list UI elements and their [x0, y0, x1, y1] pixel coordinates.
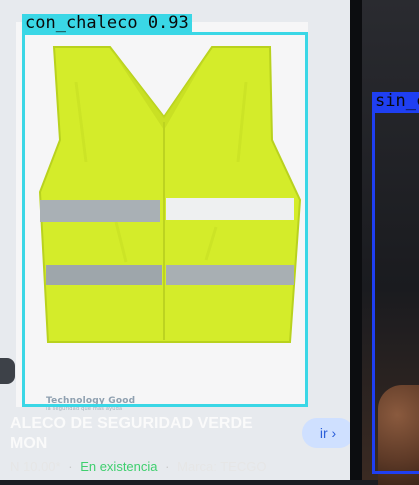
side-handle-icon[interactable]: [0, 358, 15, 384]
product-brand: Marca: TECGO: [177, 459, 267, 474]
product-meta: N 10.00* · En existencia · Marca: TECGO: [10, 459, 266, 474]
detection-box-con-chaleco: [22, 32, 308, 407]
separator-dot-icon: ·: [68, 459, 73, 474]
go-button[interactable]: ir ›: [302, 418, 354, 448]
product-price: N 10.00*: [10, 459, 61, 474]
separator-dot-icon: ·: [165, 459, 170, 474]
detection-label-con-chaleco: con_chaleco 0.93: [22, 14, 192, 32]
phone-bezel: [350, 0, 362, 480]
detection-label-sin-chaleco: sin_c: [372, 92, 419, 110]
detection-box-sin-chaleco: [372, 110, 419, 474]
product-title-line1: ALECO DE SEGURIDAD VERDE: [10, 415, 253, 432]
stock-status: En existencia: [80, 459, 158, 474]
product-title-line2: MON: [10, 435, 48, 452]
photo-scene: Technology Good la seguridad que mas ayu…: [0, 0, 419, 485]
product-title: ALECO DE SEGURIDAD VERDE MON: [10, 414, 290, 454]
